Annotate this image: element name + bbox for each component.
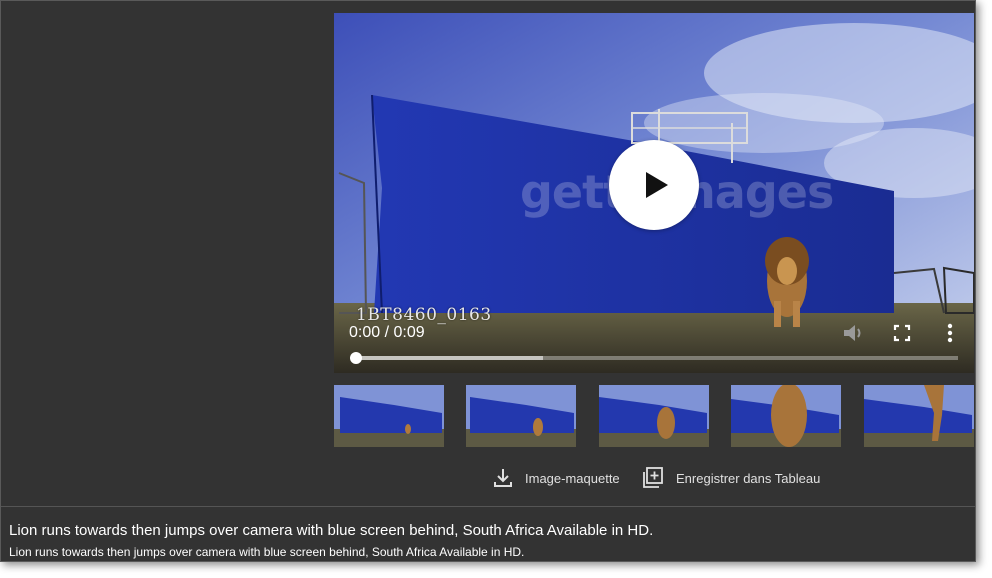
add-to-board-icon (643, 467, 663, 488)
progress-handle[interactable] (350, 352, 362, 364)
more-vert-icon (947, 323, 953, 343)
play-icon (646, 172, 668, 198)
clip-id-overlay: 1BT8460_0163 (356, 305, 492, 325)
fullscreen-button[interactable] (888, 319, 916, 347)
thumbnail-3[interactable] (599, 385, 709, 447)
more-options-button[interactable] (936, 319, 964, 347)
volume-button[interactable] (840, 319, 868, 347)
video-player[interactable]: gettyimages 1BT8460_0163 0:00 / 0:09 (334, 13, 974, 373)
download-comp-button[interactable]: Image-maquette (491, 466, 620, 492)
download-icon (494, 469, 512, 487)
save-to-board-button[interactable]: Enregistrer dans Tableau (641, 466, 820, 492)
divider (1, 506, 975, 507)
thumbnail-5[interactable] (864, 385, 974, 447)
video-preview-panel: gettyimages 1BT8460_0163 0:00 / 0:09 (0, 0, 976, 562)
caption-subtitle: Lion runs towards then jumps over camera… (9, 545, 525, 559)
thumbnail-2[interactable] (466, 385, 576, 447)
thumbnail-4[interactable] (731, 385, 841, 447)
fullscreen-icon (893, 324, 911, 342)
caption-title: Lion runs towards then jumps over camera… (9, 522, 654, 539)
progress-buffered (356, 356, 543, 360)
thumbnail-strip (334, 385, 974, 447)
play-button[interactable] (609, 140, 699, 230)
download-comp-label: Image-maquette (525, 471, 620, 486)
thumbnail-1[interactable] (334, 385, 444, 447)
volume-icon (844, 325, 861, 341)
save-to-board-label: Enregistrer dans Tableau (676, 471, 821, 486)
progress-bar[interactable] (350, 352, 958, 364)
time-display: 0:00 / 0:09 (349, 324, 425, 341)
